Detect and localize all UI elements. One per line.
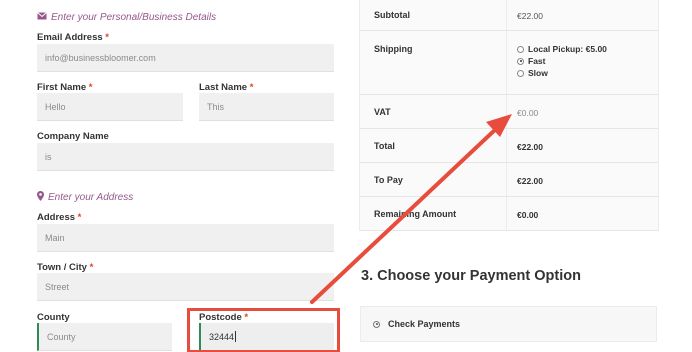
to-pay-label: To Pay (374, 175, 403, 185)
postcode-highlight-box (187, 308, 340, 352)
column-divider (506, 197, 507, 230)
column-divider (506, 129, 507, 162)
last-name-value: This (207, 101, 225, 112)
payment-section-title: 3. Choose your Payment Option (361, 268, 581, 284)
radio-unselected-icon (517, 45, 524, 53)
to-pay-row: To Pay €22.00 (360, 163, 658, 197)
column-divider (506, 31, 507, 94)
first-name-value: Hello (45, 101, 66, 112)
shipping-label: Shipping (374, 44, 413, 54)
county-field[interactable]: County (37, 323, 172, 351)
column-divider (506, 95, 507, 128)
address-heading-text: Enter your Address (48, 192, 134, 203)
payment-option-label: Check Payments (388, 319, 461, 329)
vat-label: VAT (374, 107, 391, 117)
email-field[interactable]: info@businessbloomer.com (37, 44, 334, 72)
first-name-label: First Name * (37, 82, 93, 93)
column-divider (506, 163, 507, 196)
total-label: Total (374, 141, 395, 151)
shipping-options: Local Pickup: €5.00 Fast Slow (517, 43, 607, 79)
county-label: County (37, 312, 70, 323)
payment-option-check[interactable]: Check Payments (360, 306, 657, 342)
last-name-field[interactable]: This (199, 93, 334, 121)
subtotal-row: Subtotal €22.00 (360, 0, 658, 31)
remaining-row: Remaining Amount €0.00 (360, 197, 658, 231)
city-label: Town / City * (37, 262, 94, 273)
order-totals-table: Subtotal €22.00 Shipping Local Pickup: €… (359, 0, 659, 231)
personal-details-heading-text: Enter your Personal/Business Details (51, 12, 217, 23)
personal-details-heading: Enter your Personal/Business Details (37, 12, 216, 23)
subtotal-label: Subtotal (374, 10, 410, 20)
vat-row: VAT €0.00 (360, 95, 658, 129)
radio-selected-icon (517, 57, 524, 65)
envelope-icon (37, 12, 47, 23)
company-label: Company Name (37, 131, 109, 142)
total-row: Total €22.00 (360, 129, 658, 163)
last-name-label: Last Name * (199, 82, 254, 93)
email-label: Email Address * (37, 32, 109, 43)
address-heading: Enter your Address (37, 191, 133, 204)
radio-unselected-icon (517, 69, 524, 77)
address-field[interactable]: Main (37, 224, 334, 252)
address-label: Address * (37, 212, 82, 223)
shipping-row: Shipping Local Pickup: €5.00 Fast Slow (360, 31, 658, 95)
vat-value: €0.00 (517, 108, 539, 118)
city-field[interactable]: Street (37, 273, 334, 301)
county-value: County (47, 331, 76, 342)
shipping-option-slow[interactable]: Slow (517, 67, 607, 79)
total-value: €22.00 (517, 142, 543, 152)
city-value: Street (45, 281, 70, 292)
company-value: is (45, 151, 52, 162)
remaining-label: Remaining Amount (374, 209, 457, 219)
remaining-value: €0.00 (517, 210, 539, 220)
radio-icon (373, 320, 380, 328)
map-pin-icon (37, 191, 44, 204)
shipping-option-fast[interactable]: Fast (517, 55, 607, 67)
email-value: info@businessbloomer.com (45, 52, 156, 63)
first-name-field[interactable]: Hello (37, 93, 183, 121)
subtotal-value: €22.00 (517, 11, 543, 21)
to-pay-value: €22.00 (517, 176, 543, 186)
shipping-option-local-pickup[interactable]: Local Pickup: €5.00 (517, 43, 607, 55)
address-value: Main (45, 232, 65, 243)
company-field[interactable]: is (37, 143, 334, 171)
column-divider (506, 0, 507, 30)
